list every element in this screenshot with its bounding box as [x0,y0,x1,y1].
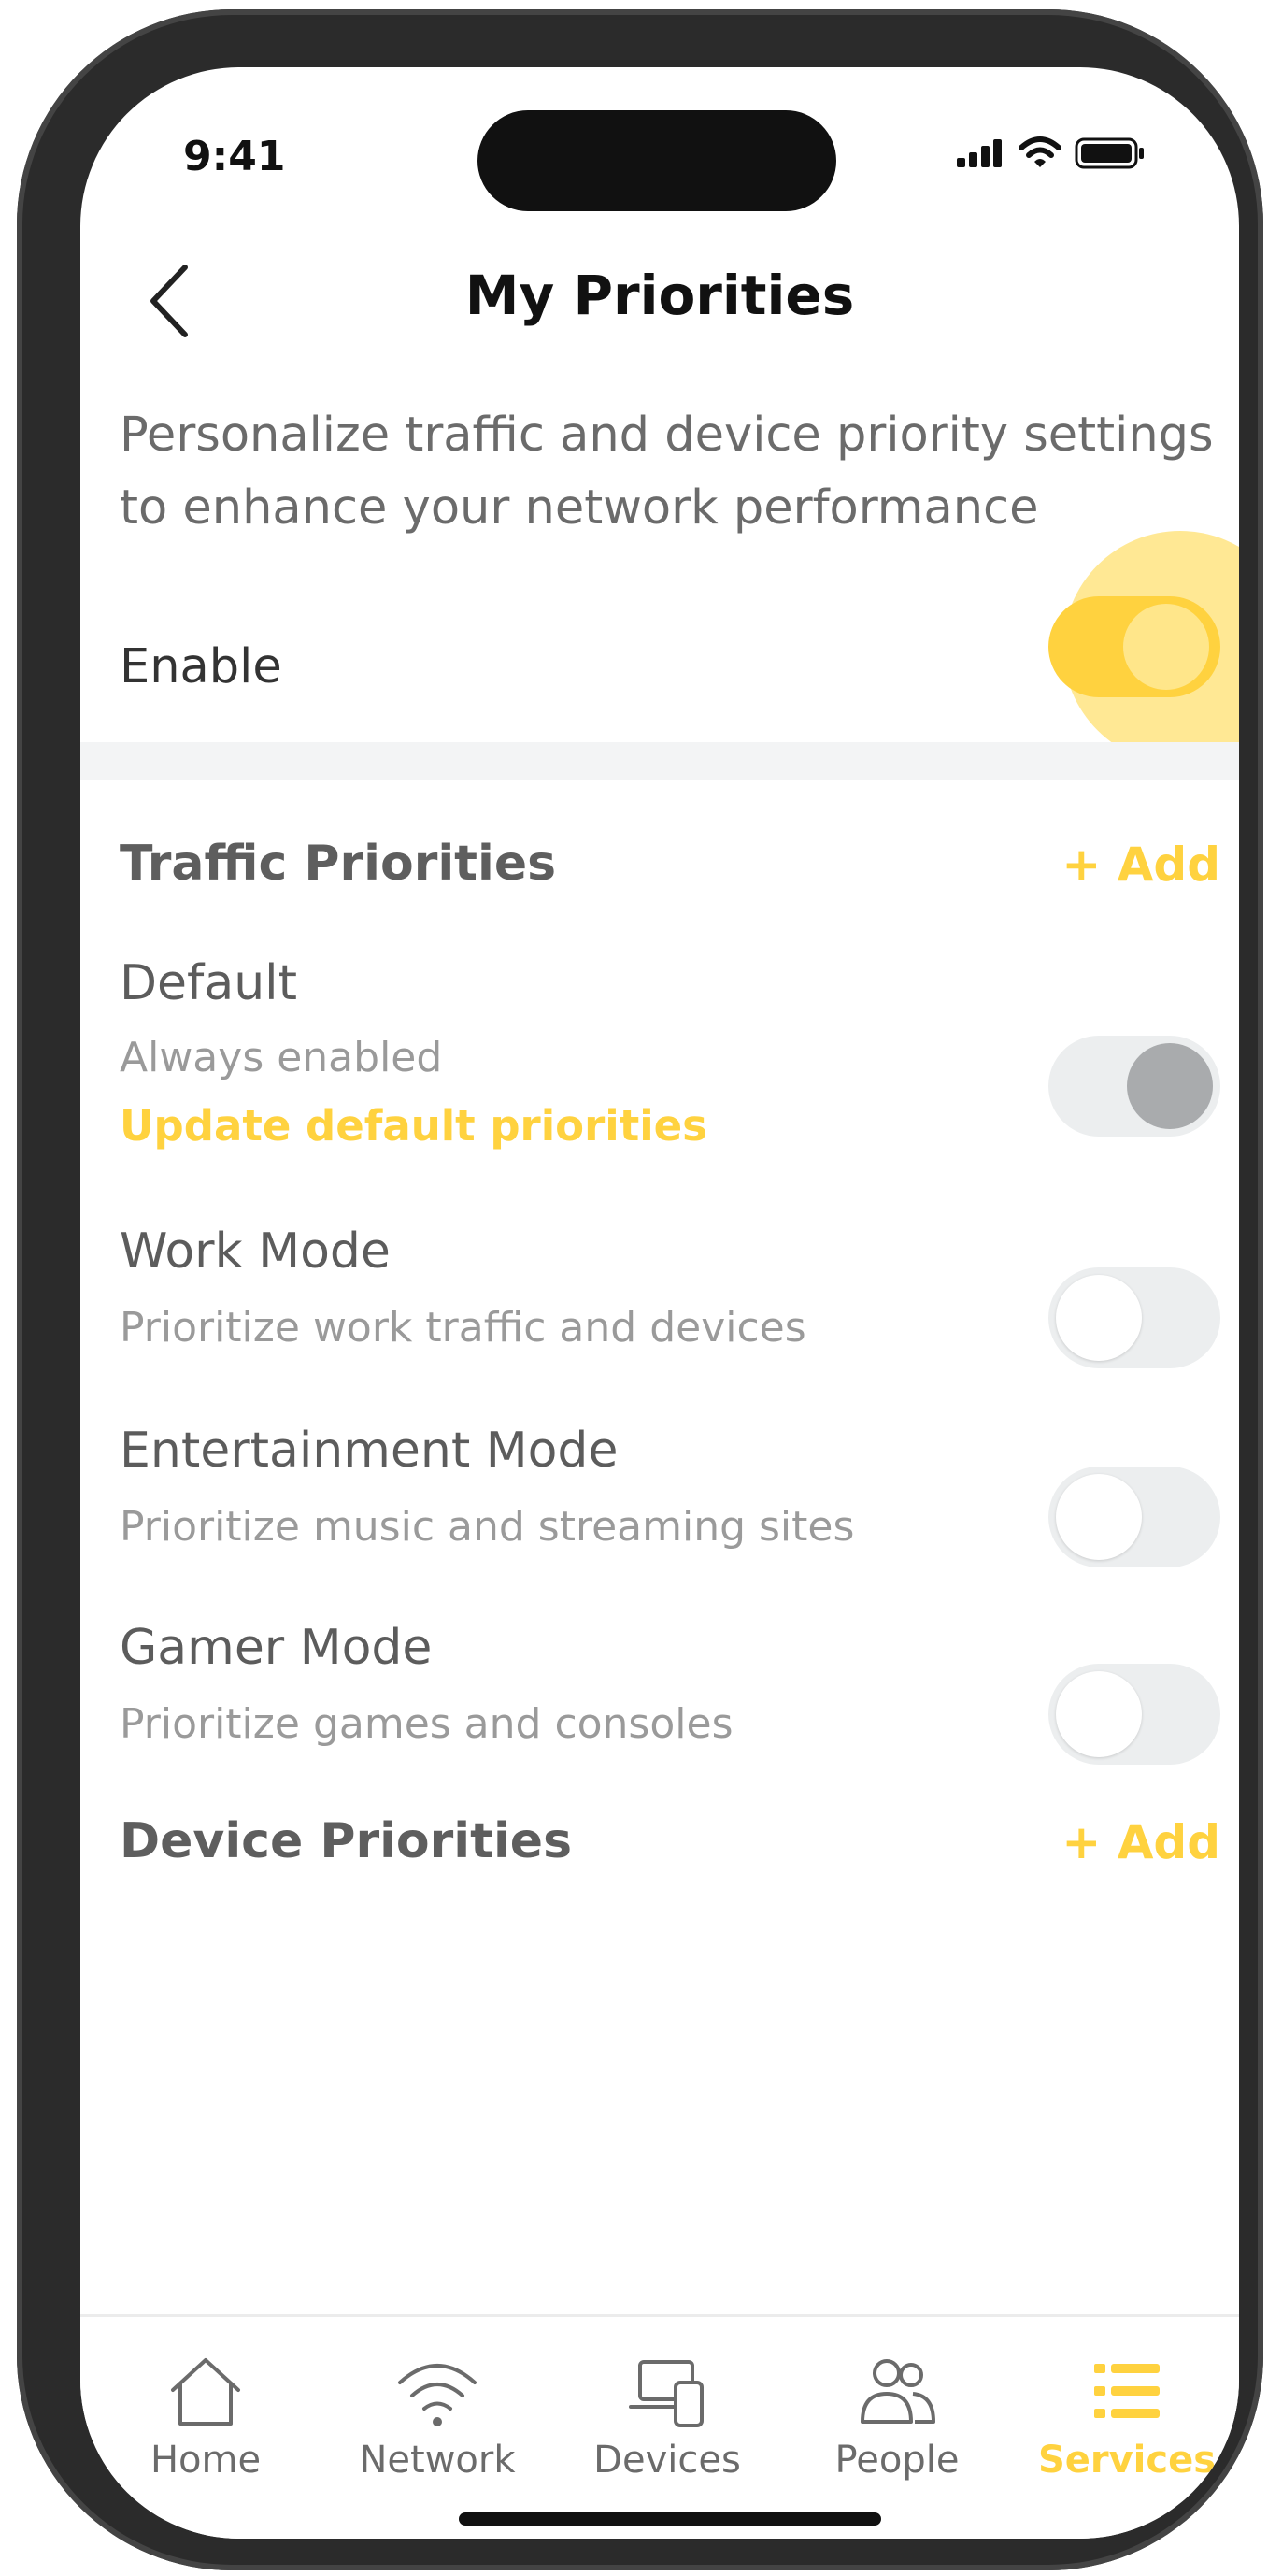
home-icon [171,2358,240,2426]
screen: 9:41 My Priorities Personalize traffic a… [80,67,1239,2539]
enable-label: Enable [120,639,282,694]
section-divider [80,742,1239,780]
traffic-priorities-title: Traffic Priorities [120,836,557,892]
phone-frame: 9:41 My Priorities Personalize traffic a… [17,9,1263,2570]
add-traffic-priority-button[interactable]: + Add [1061,837,1220,892]
home-indicator [459,2512,881,2526]
list-icon [1094,2364,1160,2418]
priority-default-title: Default [120,955,297,1011]
priority-work-mode-subtitle: Prioritize work traffic and devices [120,1304,806,1352]
toggle-knob [1056,1671,1142,1757]
status-icons [955,136,1146,170]
battery-icon [1075,137,1144,169]
tab-services[interactable]: Services [1015,2354,1239,2482]
tab-devices-label: Devices [593,2439,741,2482]
tab-home[interactable]: Home [93,2354,318,2482]
signal-icon [957,139,1002,167]
wifi-icon [398,2364,477,2426]
toggle-knob [1127,1043,1213,1129]
add-device-priority-button[interactable]: + Add [1061,1815,1220,1869]
priority-entertainment-mode-title: Entertainment Mode [120,1423,619,1479]
priority-entertainment-mode-toggle[interactable] [1048,1467,1220,1567]
priority-gamer-mode-toggle[interactable] [1048,1664,1220,1765]
tab-people[interactable]: People [785,2354,1009,2482]
toggle-knob [1056,1474,1142,1560]
dynamic-island [477,110,836,211]
intro-text: Personalize traffic and device priority … [120,408,1214,536]
enable-toggle-graphic [1048,596,1220,697]
devices-icon [629,2360,704,2427]
device-priorities-title: Device Priorities [120,1813,573,1869]
toggle-knob [1056,1275,1142,1361]
priority-default-toggle [1048,1036,1220,1137]
priority-entertainment-mode-subtitle: Prioritize music and streaming sites [120,1503,855,1551]
wifi-status-icon [1019,136,1061,167]
tab-services-label: Services [1037,2439,1217,2482]
priority-gamer-mode-title: Gamer Mode [120,1620,433,1676]
tab-devices[interactable]: Devices [555,2354,779,2482]
priority-gamer-mode-subtitle: Prioritize games and consoles [120,1700,734,1748]
enable-toggle[interactable] [1048,596,1220,697]
tab-people-label: People [834,2439,960,2482]
priority-work-mode-toggle[interactable] [1048,1267,1220,1368]
tab-network-label: Network [359,2439,516,2482]
people-icon [861,2359,935,2424]
tab-network[interactable]: Network [325,2354,549,2482]
tab-home-label: Home [150,2439,262,2482]
status-time: 9:41 [183,133,286,180]
tab-bar: Home Network Devices People Services [80,2314,1239,2539]
priority-work-mode-title: Work Mode [120,1224,391,1280]
page-title: My Priorities [464,264,855,327]
update-default-priorities-link[interactable]: Update default priorities [120,1101,707,1151]
priority-default-subtitle: Always enabled [120,1034,443,1081]
